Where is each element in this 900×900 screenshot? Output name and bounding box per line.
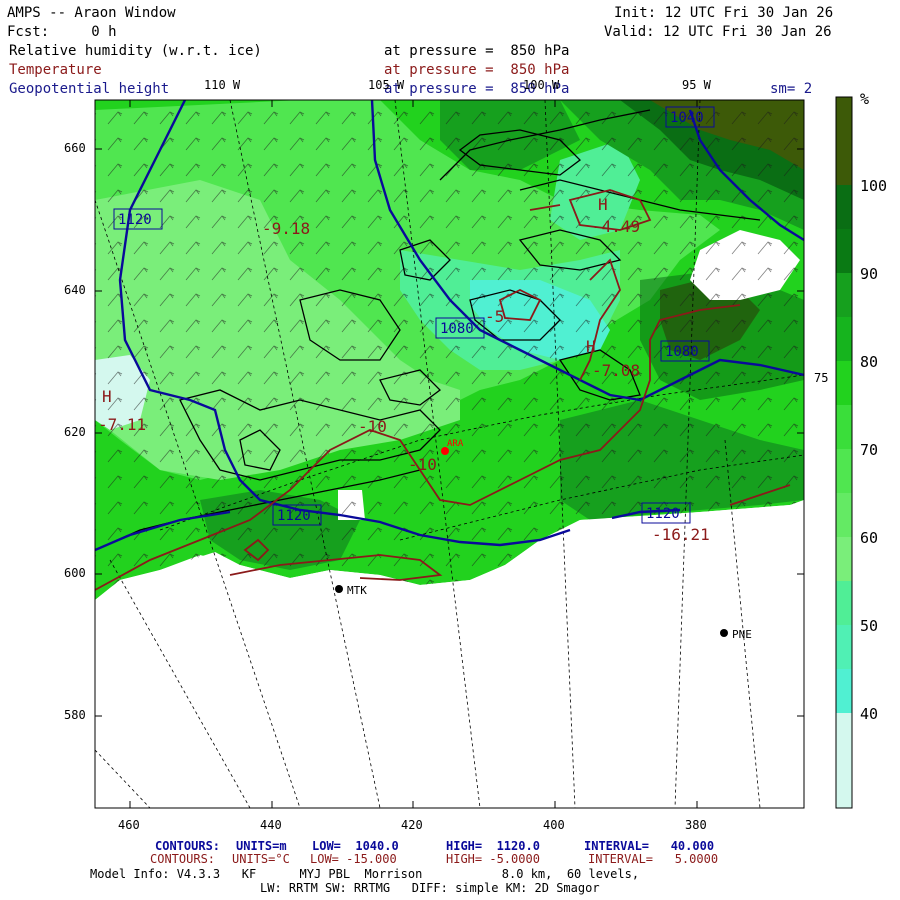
x-tick-420: 420 xyxy=(401,818,423,832)
height-label-1120-east: 1120 xyxy=(646,506,680,522)
colorbar-label-80: 80 xyxy=(860,353,879,371)
colorbar-label-40: 40 xyxy=(860,705,879,723)
height-label-1120-west: 1120 xyxy=(118,212,152,228)
y-tick-580: 580 xyxy=(64,708,86,722)
height-label-1080-center: 1080 xyxy=(440,321,474,337)
x-tick-460: 460 xyxy=(118,818,140,832)
colorbar-label-70: 70 xyxy=(860,441,879,459)
station-mtk-marker xyxy=(335,585,343,593)
height-label-1120-south: 1120 xyxy=(277,508,311,524)
colorbar-label-100: 100 xyxy=(860,177,888,195)
y-tick-620: 620 xyxy=(64,425,86,439)
temp-label-g: -7.11 xyxy=(98,415,146,434)
colorbar-label-50: 50 xyxy=(860,617,879,635)
station-ara-label: ARA xyxy=(447,439,464,449)
x-tick-380: 380 xyxy=(685,818,707,832)
height-label-1080-east: 1080 xyxy=(665,344,699,360)
model-info-physics: LW: RRTM SW: RRTMG DIFF: simple KM: 2D S… xyxy=(260,881,600,895)
high-marker-3: H xyxy=(102,387,112,406)
temp-label-f: -7.08 xyxy=(592,361,640,380)
contours-label-temp: CONTOURS: xyxy=(150,852,216,866)
colorbar-label-60: 60 xyxy=(860,529,879,547)
temp-label-d: -10 xyxy=(358,417,387,436)
x-tick-440: 440 xyxy=(260,818,282,832)
contours-high-temp: HIGH= -5.0000 xyxy=(446,852,540,866)
y-tick-600: 600 xyxy=(64,566,86,580)
temp-label-b: -4.49 xyxy=(592,217,640,236)
rh-field xyxy=(95,100,804,808)
x-tick-400: 400 xyxy=(543,818,565,832)
map-canvas: 1040 1120 1080 1080 1120 1120 -9.18 -4.4… xyxy=(94,96,853,809)
y-tick-640: 640 xyxy=(64,283,86,297)
colorbar-label-90: 90 xyxy=(860,265,879,283)
temp-label-c: -5 xyxy=(485,307,504,326)
station-mtk-label: MTK xyxy=(347,584,367,597)
colorbar-unit: % xyxy=(860,90,870,108)
temp-label-a: -9.18 xyxy=(262,219,310,238)
contours-units-temp: UNITS=°C xyxy=(232,852,290,866)
high-marker-2: H xyxy=(586,337,596,356)
colorbar xyxy=(835,96,853,809)
temp-label-h: -16.21 xyxy=(652,525,710,544)
high-marker-1: H xyxy=(598,195,608,214)
temp-label-e: -10 xyxy=(408,455,437,474)
station-pne-marker xyxy=(720,629,728,637)
height-label-1040: 1040 xyxy=(670,110,704,126)
contours-low-temp: LOW= -15.000 xyxy=(310,852,397,866)
y-tick-660: 660 xyxy=(64,141,86,155)
contours-interval-temp: INTERVAL= 5.0000 xyxy=(588,852,719,866)
station-pne-label: PNE xyxy=(732,628,752,641)
